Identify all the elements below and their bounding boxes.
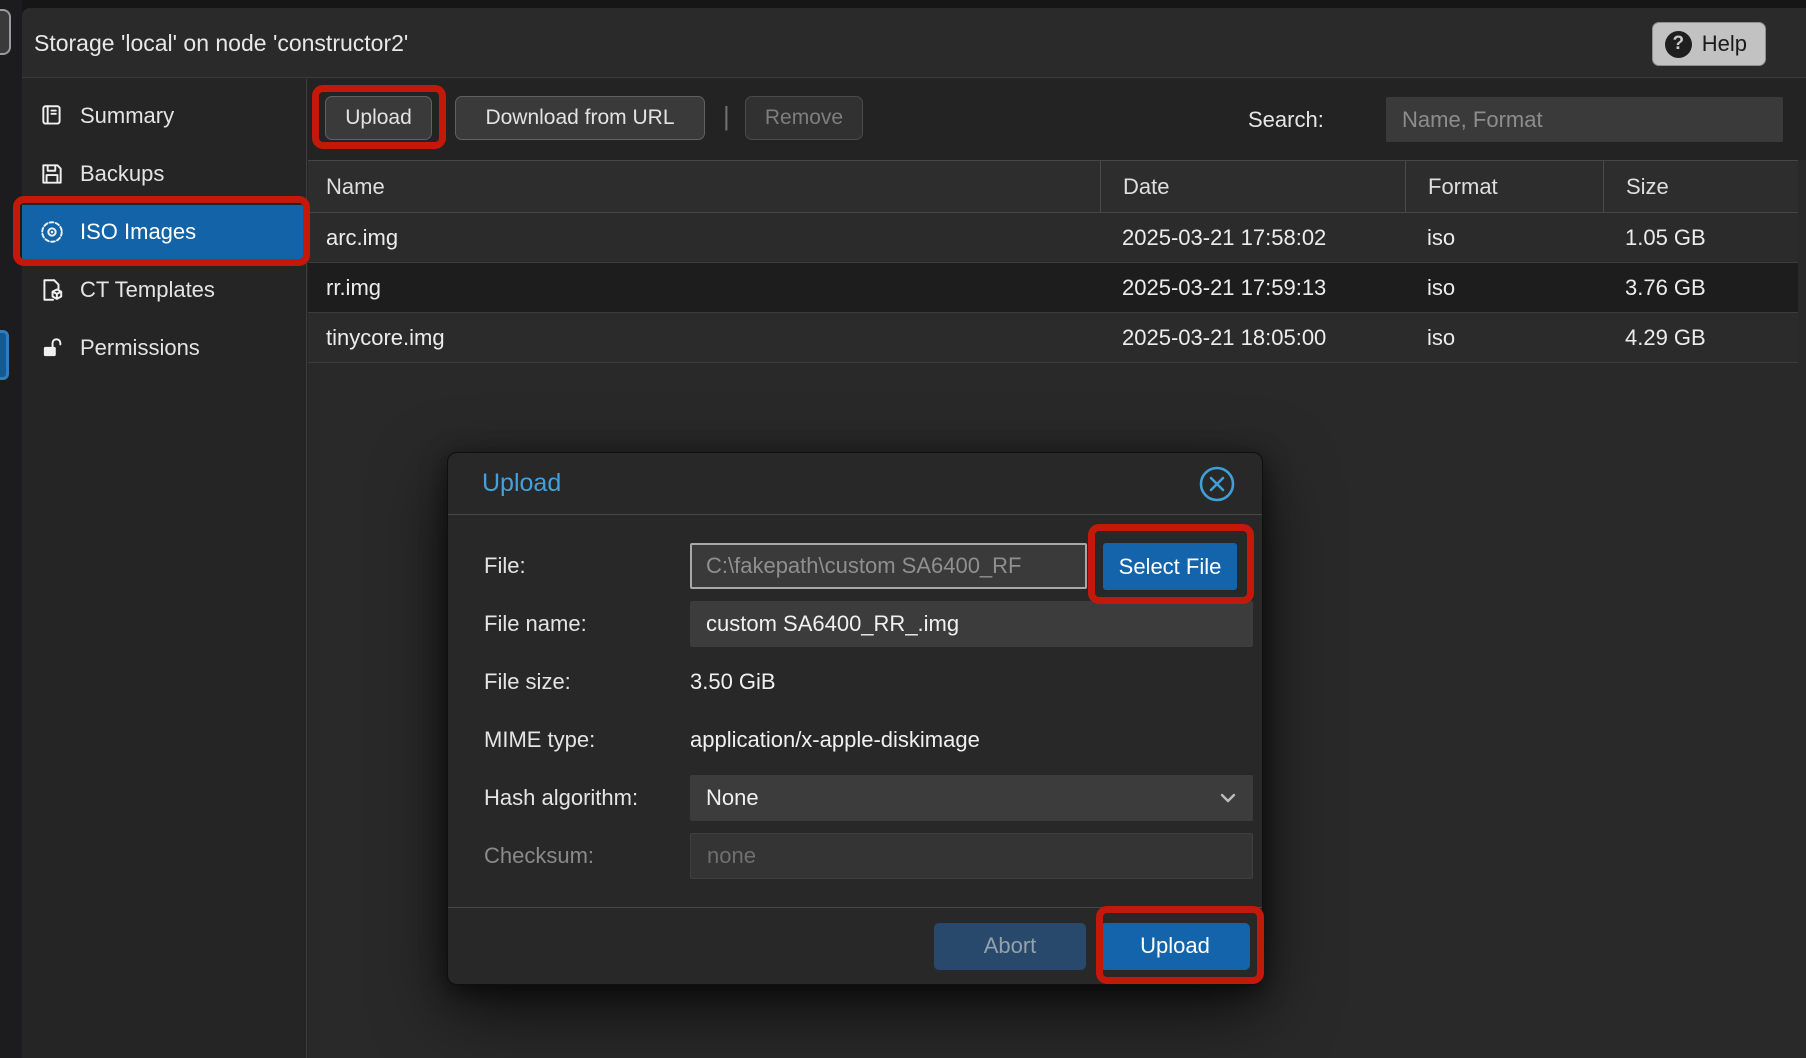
cropped-left-panel-edge [0,0,22,1058]
dialog-header: Upload [448,453,1262,515]
close-icon[interactable] [1198,465,1236,503]
template-icon [38,277,65,304]
sidebar-item-label: ISO Images [80,219,196,245]
cell-size: 1.05 GB [1603,213,1798,262]
mime-type-row: MIME type: application/x-apple-diskimage [448,711,1262,769]
mime-type-value: application/x-apple-diskimage [690,717,980,763]
cell-format: iso [1405,263,1603,312]
search-label: Search: [1248,79,1324,160]
file-path-input[interactable] [690,543,1087,589]
floppy-icon [38,161,65,188]
hash-algorithm-label: Hash algorithm: [484,769,638,827]
cell-size: 3.76 GB [1603,263,1798,312]
column-header-name[interactable]: Name [308,161,1100,212]
cropped-selection-fragment [0,330,9,380]
column-header-format[interactable]: Format [1405,161,1603,212]
table-row[interactable]: rr.img 2025-03-21 17:59:13 iso 3.76 GB [308,263,1798,313]
table-row[interactable]: arc.img 2025-03-21 17:58:02 iso 1.05 GB [308,213,1798,263]
checksum-label: Checksum: [484,827,594,885]
toolbar: Upload Download from URL | Remove Search… [308,79,1806,160]
sidebar-item-label: Summary [80,103,174,129]
file-name-label: File name: [484,595,587,653]
help-icon: ? [1665,31,1692,58]
upload-toolbar-button[interactable]: Upload [325,96,432,140]
remove-button[interactable]: Remove [745,96,863,140]
checksum-input [690,833,1253,879]
toolbar-separator: | [723,101,730,132]
sidebar-item-summary[interactable]: Summary [22,89,303,143]
dialog-body: File: Select File File name: File size: … [448,515,1262,885]
dialog-title: Upload [482,453,561,513]
unlock-icon [38,335,65,362]
hash-algorithm-row: Hash algorithm: None [448,769,1262,827]
cell-name: rr.img [308,263,1100,312]
sidebar-item-backups[interactable]: Backups [22,147,303,201]
file-name-input[interactable] [690,601,1253,647]
file-row: File: Select File [448,537,1262,595]
sidebar-item-label: Backups [80,161,164,187]
hash-algorithm-value: None [690,775,1253,821]
book-icon [38,103,65,130]
mime-type-label: MIME type: [484,711,595,769]
upload-dialog: Upload File: Select File File name: File… [447,452,1263,985]
file-size-label: File size: [484,653,571,711]
disc-icon [38,219,65,246]
cell-date: 2025-03-21 17:59:13 [1100,263,1405,312]
help-label: Help [1702,31,1747,57]
cell-name: arc.img [308,213,1100,262]
help-button[interactable]: ? Help [1652,22,1766,66]
page-title: Storage 'local' on node 'constructor2' [34,8,408,78]
file-size-value: 3.50 GiB [690,659,776,705]
cropped-button-fragment [0,9,11,55]
column-header-date[interactable]: Date [1100,161,1405,212]
iso-table: Name Date Format Size arc.img 2025-03-21… [308,160,1798,363]
chevron-down-icon [1217,787,1239,809]
abort-button[interactable]: Abort [934,923,1086,970]
sidebar-item-iso-images[interactable]: ISO Images [22,205,303,259]
dialog-footer: Abort Upload [448,907,1262,984]
cell-format: iso [1405,313,1603,362]
cell-size: 4.29 GB [1603,313,1798,362]
column-header-size[interactable]: Size [1603,161,1798,212]
download-from-url-button[interactable]: Download from URL [455,96,705,140]
table-row[interactable]: tinycore.img 2025-03-21 18:05:00 iso 4.2… [308,313,1798,363]
hash-algorithm-select[interactable]: None [690,775,1253,821]
cell-date: 2025-03-21 18:05:00 [1100,313,1405,362]
cell-name: tinycore.img [308,313,1100,362]
titlebar: Storage 'local' on node 'constructor2' ?… [22,8,1806,78]
dialog-upload-button[interactable]: Upload [1100,923,1250,970]
cell-date: 2025-03-21 17:58:02 [1100,213,1405,262]
sidebar-item-label: Permissions [80,335,200,361]
file-label: File: [484,537,526,595]
checksum-row: Checksum: [448,827,1262,885]
sidebar-item-label: CT Templates [80,277,215,303]
file-size-row: File size: 3.50 GiB [448,653,1262,711]
sidebar: Summary Backups ISO Images CT Templates … [22,79,307,1058]
select-file-button[interactable]: Select File [1103,543,1237,590]
sidebar-item-ct-templates[interactable]: CT Templates [22,263,303,317]
file-name-row: File name: [448,595,1262,653]
sidebar-item-permissions[interactable]: Permissions [22,321,303,375]
search-input[interactable] [1386,97,1783,142]
cell-format: iso [1405,213,1603,262]
proxmox-storage-screen: { "window": { "title": "Storage 'local' … [0,0,1806,1058]
table-header-row: Name Date Format Size [308,160,1798,213]
